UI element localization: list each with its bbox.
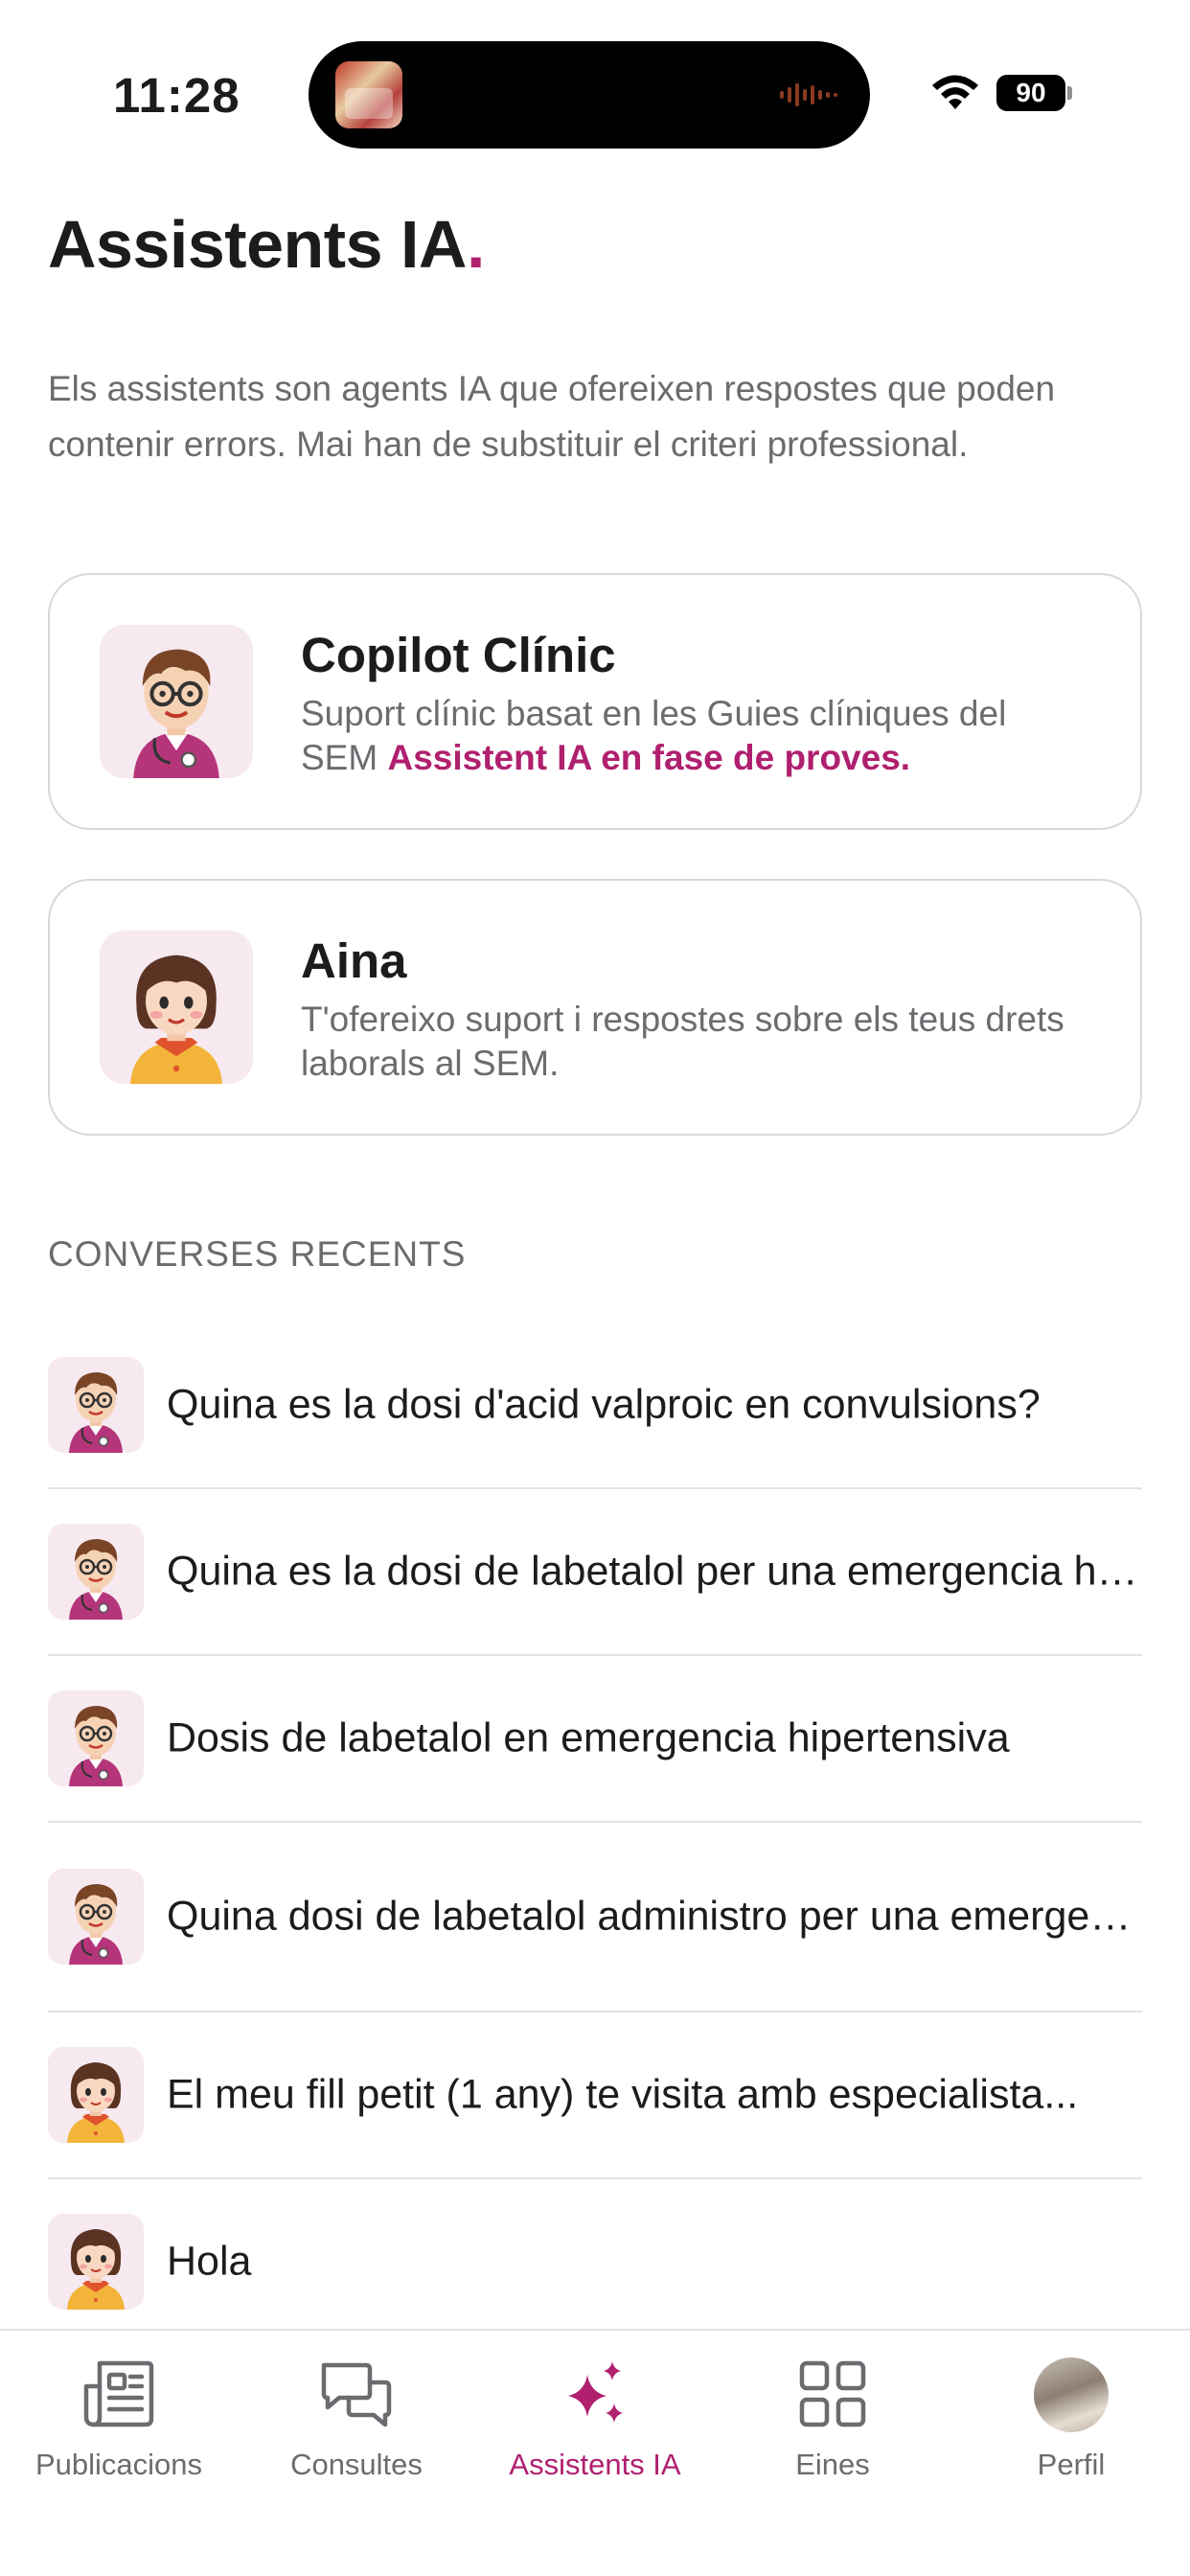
tab-label: Perfil [1037,2448,1106,2481]
conversation-title: Quina es la dosi d'acid valproic en conv… [167,1381,1041,1428]
doctor-avatar-icon [48,1524,144,1620]
conversation-item[interactable]: Quina es la dosi de labetalol per una em… [48,1489,1142,1656]
conversation-item[interactable]: Hola [48,2179,1142,2346]
tab-publicacions[interactable]: Publicacions [0,2331,238,2522]
assistant-description: Suport clínic basat en les Guies clíniqu… [301,692,1087,780]
audio-waveform-icon [780,83,837,106]
girl-avatar-icon [48,2214,144,2310]
recent-conversations-header: CONVERSES RECENTS [48,1234,467,1274]
dynamic-island[interactable] [309,41,870,149]
tab-label: Consultes [290,2448,423,2481]
assistant-card-copilot[interactable]: Copilot Clínic Suport clínic basat en le… [48,573,1142,830]
battery-level: 90 [996,75,1065,111]
tab-consultes[interactable]: Consultes [238,2331,475,2522]
tab-assistents-ia[interactable]: Assistents IA [476,2331,714,2522]
conversation-title: Quina dosi de labetalol administro per u… [167,1893,1142,1940]
assistant-name: Aina [301,933,407,988]
tab-bar: Publicacions Consultes Assistents IA Ein… [0,2329,1190,2576]
conversation-item[interactable]: El meu fill petit (1 any) te visita amb … [48,2012,1142,2179]
doctor-avatar-icon [48,1869,144,1965]
assistant-description: T'ofereixo suport i respostes sobre els … [301,1000,1064,1083]
doctor-avatar-icon [48,1357,144,1453]
girl-avatar-icon [100,931,253,1084]
tab-eines[interactable]: Eines [714,2331,951,2522]
doctor-avatar-icon [100,625,253,778]
page-title: Assistents IA. [48,206,485,283]
wifi-icon [932,75,978,109]
doctor-avatar-icon [48,1690,144,1786]
chat-bubbles-icon [321,2362,392,2427]
tab-label: Publicacions [34,2448,203,2481]
beta-badge-text: Assistent IA en fase de proves. [387,738,911,777]
grid-icon [799,2360,866,2427]
recent-conversations-list: Quina es la dosi d'acid valproic en conv… [48,1322,1142,2346]
now-playing-thumbnail[interactable] [335,61,402,128]
conversation-item[interactable]: Quina dosi de labetalol administro per u… [48,1823,1142,2012]
tab-label: Assistents IA [509,2448,681,2481]
sparkles-icon [568,2361,623,2423]
page-title-text: Assistents IA [48,207,467,282]
profile-avatar [1034,2358,1109,2432]
assistant-card-aina[interactable]: Aina T'ofereixo suport i respostes sobre… [48,879,1142,1136]
conversation-title: Hola [167,2238,252,2285]
conversation-item[interactable]: Quina es la dosi d'acid valproic en conv… [48,1322,1142,1489]
battery-cap [1067,86,1072,100]
title-accent-dot: . [466,207,485,282]
newspaper-icon [83,2360,154,2427]
intro-disclaimer: Els assistents son agents IA que ofereix… [48,369,1056,464]
girl-avatar-icon [48,2047,144,2143]
battery-indicator: 90 [996,75,1072,111]
status-time: 11:28 [113,68,240,123]
conversation-title: Dosis de labetalol en emergencia hiperte… [167,1714,1010,1761]
conversation-title: El meu fill petit (1 any) te visita amb … [167,2071,1079,2118]
status-bar: 11:28 90 [0,0,1190,149]
tab-label: Eines [795,2448,870,2481]
conversation-title: Quina es la dosi de labetalol per una em… [167,1548,1142,1595]
conversation-item[interactable]: Dosis de labetalol en emergencia hiperte… [48,1656,1142,1823]
tab-perfil[interactable]: Perfil [952,2331,1190,2522]
assistant-name: Copilot Clínic [301,628,616,682]
